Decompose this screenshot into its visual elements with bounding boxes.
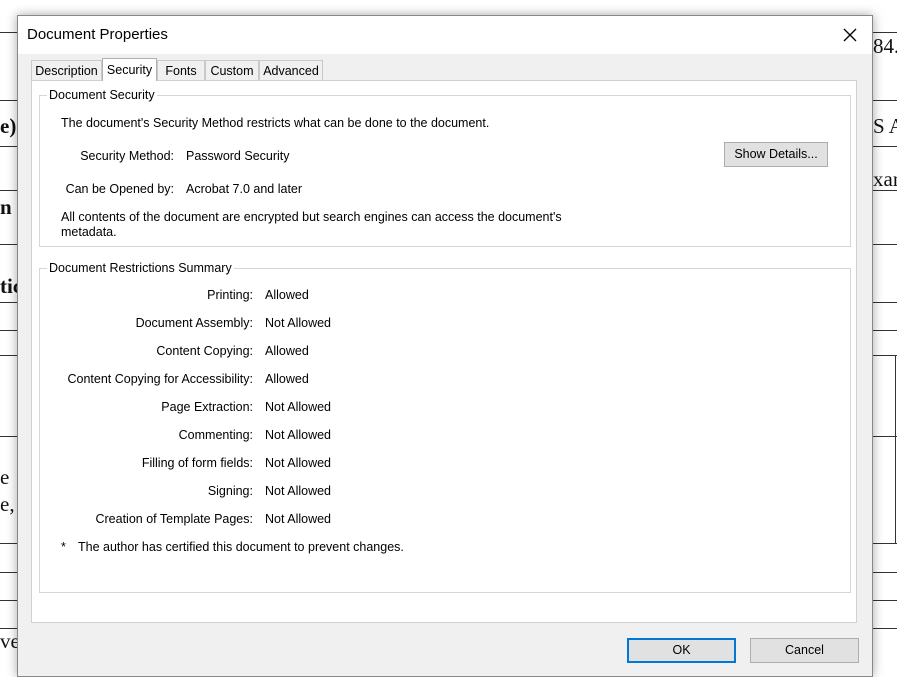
restriction-value-commenting: Not Allowed: [265, 428, 332, 442]
restriction-value-assembly: Not Allowed: [265, 316, 332, 330]
bg-rule: [871, 302, 897, 303]
bg-rule: [0, 190, 17, 191]
opened-by-value: Acrobat 7.0 and later: [186, 182, 303, 196]
bg-rule: [0, 100, 17, 101]
title-bar[interactable]: Document Properties: [18, 16, 872, 54]
security-method-value: Password Security: [186, 149, 290, 163]
bg-text: e,: [0, 492, 15, 516]
security-tab-panel: Document Security The document's Securit…: [31, 80, 857, 623]
bg-rule: [871, 330, 897, 331]
tab-custom[interactable]: Custom: [205, 60, 259, 80]
group-title: Document Restrictions Summary: [47, 261, 234, 275]
restriction-label-template-pages: Creation of Template Pages:: [95, 512, 253, 526]
bg-rule: [871, 355, 897, 356]
bg-text: xan: [873, 167, 897, 191]
bg-rule: [871, 146, 897, 147]
restriction-label-copying: Content Copying:: [156, 344, 253, 358]
dialog-title: Document Properties: [27, 26, 168, 43]
bg-rule: [0, 146, 17, 147]
restriction-value-template-pages: Not Allowed: [265, 512, 332, 526]
encryption-note-cont: metadata.: [61, 225, 117, 239]
restriction-label-accessibility: Content Copying for Accessibility:: [67, 372, 253, 386]
bg-rule: [0, 330, 17, 331]
bg-rule: [871, 100, 897, 101]
bg-rule: [0, 244, 17, 245]
opened-by-label: Can be Opened by:: [65, 182, 174, 196]
bg-rule: [0, 436, 17, 437]
ok-button[interactable]: OK: [627, 638, 736, 663]
bg-rule: [0, 32, 17, 33]
bg-rule: [0, 572, 17, 573]
restriction-label-form-filling: Filling of form fields:: [141, 456, 253, 470]
bg-rule: [0, 543, 17, 544]
bg-rule: [871, 244, 897, 245]
security-method-label: Security Method:: [80, 149, 174, 163]
restriction-value-form-filling: Not Allowed: [265, 456, 332, 470]
bg-rule: [871, 628, 897, 629]
bg-rule: [871, 436, 897, 437]
restriction-label-commenting: Commenting:: [178, 428, 253, 442]
tab-description[interactable]: Description: [31, 60, 102, 80]
document-properties-dialog: Document Properties Description Security…: [17, 15, 873, 677]
show-details-button[interactable]: Show Details...: [724, 142, 828, 167]
bg-text: S A: [873, 114, 897, 138]
restriction-value-printing: Allowed: [265, 288, 309, 302]
document-security-group: Document Security The document's Securit…: [39, 88, 851, 247]
restriction-label-extraction: Page Extraction:: [161, 400, 253, 414]
restriction-value-copying: Allowed: [265, 344, 309, 358]
tab-fonts[interactable]: Fonts: [157, 60, 205, 80]
tab-advanced[interactable]: Advanced: [259, 60, 323, 80]
cancel-button[interactable]: Cancel: [750, 638, 859, 663]
restriction-value-extraction: Not Allowed: [265, 400, 332, 414]
restriction-label-printing: Printing:: [207, 288, 253, 302]
close-icon: [843, 28, 857, 42]
security-intro: The document's Security Method restricts…: [61, 116, 490, 130]
restriction-label-assembly: Document Assembly:: [135, 316, 253, 330]
bg-rule: [0, 302, 17, 303]
footnote-asterisk: *: [61, 540, 66, 554]
encryption-note: All contents of the document are encrypt…: [61, 210, 562, 224]
group-title: Document Security: [47, 88, 157, 102]
bg-rule: [871, 543, 897, 544]
bg-rule: [895, 355, 896, 543]
bg-rule: [871, 32, 897, 33]
tab-security[interactable]: Security: [102, 58, 157, 81]
bg-rule: [0, 600, 17, 601]
restrictions-summary-group: Document Restrictions Summary Printing: …: [39, 261, 851, 593]
close-button[interactable]: [834, 20, 866, 50]
certification-footnote: The author has certified this document t…: [78, 540, 404, 554]
bg-rule: [871, 572, 897, 573]
restriction-label-signing: Signing:: [207, 484, 253, 498]
bg-rule: [0, 355, 17, 356]
bg-text: 84.: [873, 34, 897, 58]
bg-text: e: [0, 465, 10, 489]
restriction-value-accessibility: Allowed: [265, 372, 309, 386]
bg-text: e): [0, 114, 17, 138]
bg-rule: [871, 600, 897, 601]
restriction-value-signing: Not Allowed: [265, 484, 332, 498]
